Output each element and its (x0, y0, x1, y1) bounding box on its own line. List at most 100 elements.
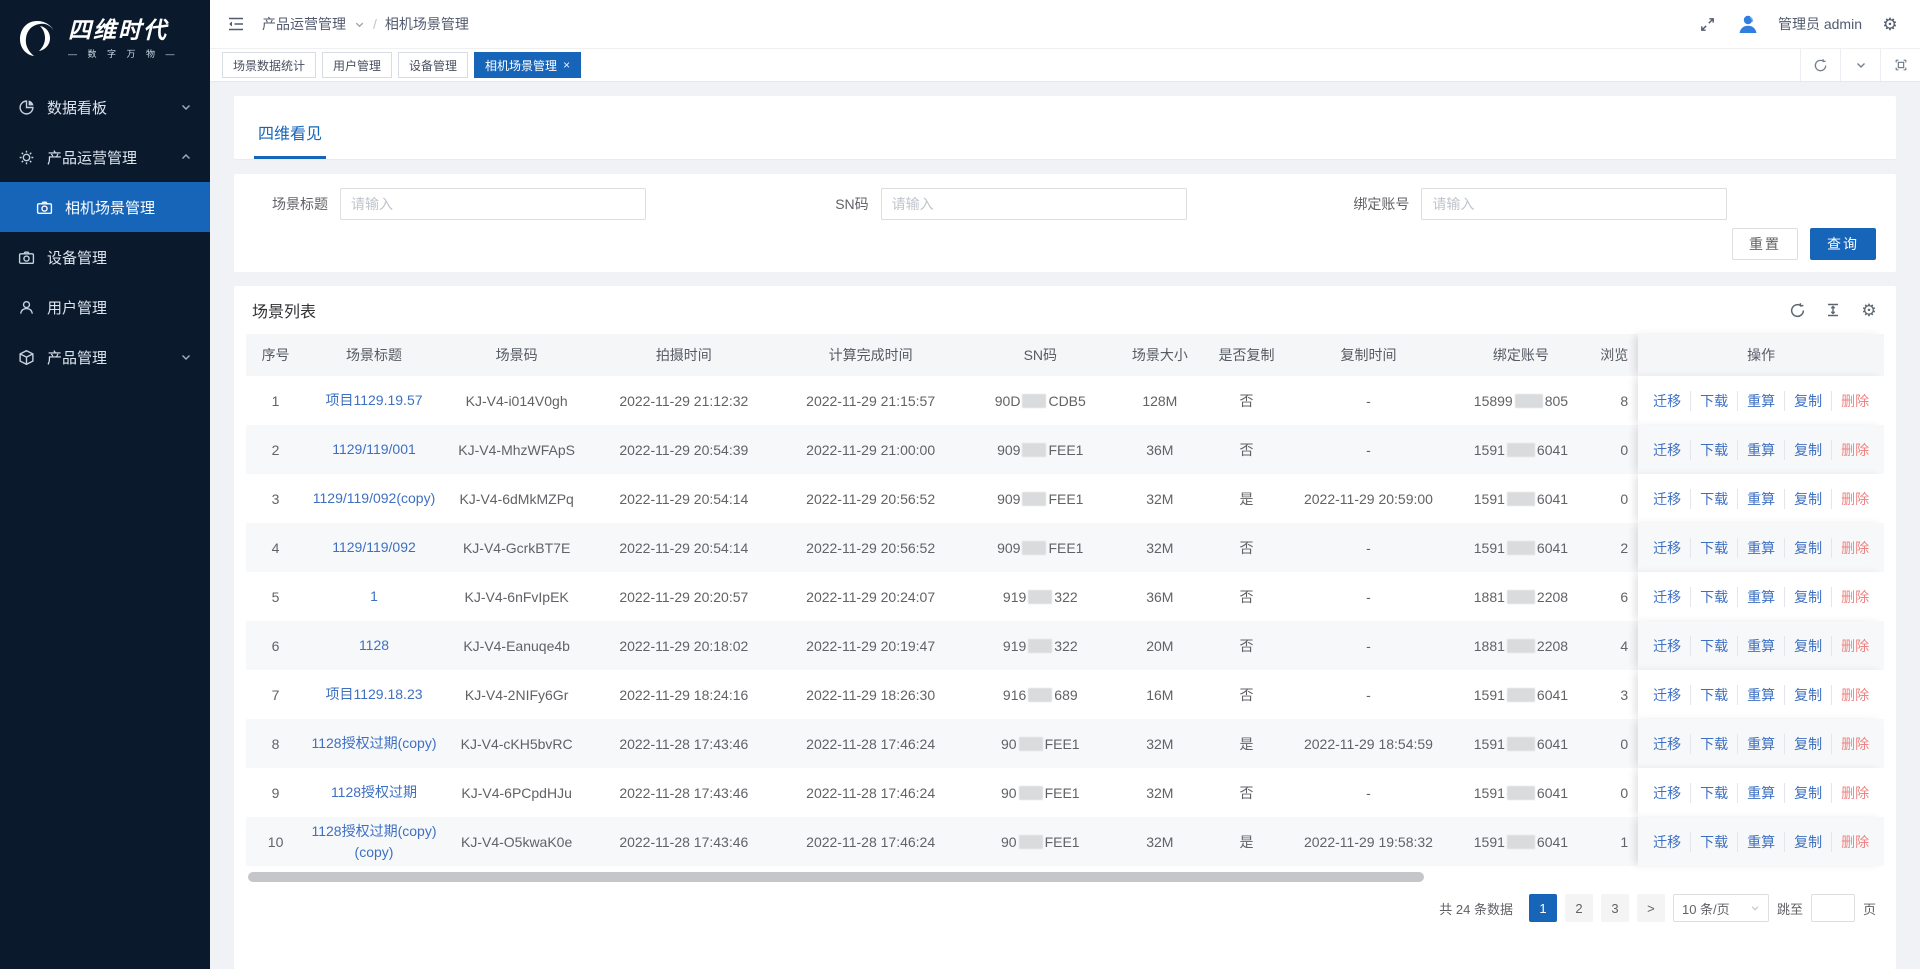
close-tab-icon[interactable]: × (563, 58, 570, 72)
sidebar-item-用户管理[interactable]: 用户管理 (0, 282, 210, 332)
refresh-table-icon[interactable] (1788, 301, 1806, 319)
action-下载-link[interactable]: 下载 (1690, 538, 1737, 558)
action-删除-link[interactable]: 删除 (1831, 685, 1878, 705)
action-重算-link[interactable]: 重算 (1737, 685, 1784, 705)
action-复制-link[interactable]: 复制 (1784, 440, 1831, 460)
fullscreen-icon[interactable] (1698, 14, 1718, 34)
field-input-场景标题[interactable] (340, 188, 646, 220)
action-下载-link[interactable]: 下载 (1690, 587, 1737, 607)
action-删除-link[interactable]: 删除 (1831, 636, 1878, 656)
query-button[interactable]: 查询 (1810, 228, 1876, 260)
action-复制-link[interactable]: 复制 (1784, 538, 1831, 558)
page-button-3[interactable]: 3 (1601, 894, 1629, 922)
action-删除-link[interactable]: 删除 (1831, 734, 1878, 754)
scene-title-link[interactable]: 1128授权过期(copy) (311, 733, 436, 754)
pagination-next-button[interactable]: > (1637, 894, 1665, 922)
reset-button[interactable]: 重置 (1732, 228, 1798, 260)
action-复制-link[interactable]: 复制 (1784, 685, 1831, 705)
action-迁移-link[interactable]: 迁移 (1644, 832, 1690, 852)
action-删除-link[interactable]: 删除 (1831, 832, 1878, 852)
action-迁移-link[interactable]: 迁移 (1644, 685, 1690, 705)
action-迁移-link[interactable]: 迁移 (1644, 440, 1690, 460)
action-下载-link[interactable]: 下载 (1690, 832, 1737, 852)
row-height-icon[interactable] (1824, 301, 1842, 319)
cell-actions: 迁移下载重算复制删除 (1638, 768, 1884, 817)
breadcrumb-item-parent[interactable]: 产品运营管理 (262, 14, 346, 34)
page-size-select[interactable]: 10 条/页 (1673, 894, 1769, 922)
user-name[interactable]: 管理员 admin (1778, 14, 1862, 34)
action-迁移-link[interactable]: 迁移 (1644, 734, 1690, 754)
column-settings-icon[interactable]: ⚙ (1860, 301, 1878, 319)
action-重算-link[interactable]: 重算 (1737, 391, 1784, 411)
maximize-content-icon[interactable] (1880, 49, 1920, 81)
action-复制-link[interactable]: 复制 (1784, 636, 1831, 656)
field-input-SN码[interactable] (881, 188, 1187, 220)
cell-views: 2 (1595, 523, 1639, 572)
action-重算-link[interactable]: 重算 (1737, 489, 1784, 509)
scene-title-link[interactable]: 项目1129.19.57 (325, 390, 422, 411)
chevron-down-icon[interactable] (354, 19, 365, 30)
action-重算-link[interactable]: 重算 (1737, 636, 1784, 656)
action-删除-link[interactable]: 删除 (1831, 538, 1878, 558)
action-删除-link[interactable]: 删除 (1831, 489, 1878, 509)
action-下载-link[interactable]: 下载 (1690, 783, 1737, 803)
tab-options-chevron-icon[interactable] (1840, 49, 1880, 81)
refresh-tab-icon[interactable] (1800, 49, 1840, 81)
action-下载-link[interactable]: 下载 (1690, 489, 1737, 509)
action-复制-link[interactable]: 复制 (1784, 391, 1831, 411)
scene-title-link[interactable]: 1129/119/001 (332, 439, 416, 460)
horizontal-scrollbar-thumb[interactable] (248, 872, 1424, 882)
action-迁移-link[interactable]: 迁移 (1644, 391, 1690, 411)
scene-title-link[interactable]: 1129/119/092(copy) (313, 488, 435, 509)
scene-title-link[interactable]: 1128授权过期(copy)(copy) (311, 821, 436, 863)
tag-tab-用户管理[interactable]: 用户管理 (322, 52, 392, 78)
action-下载-link[interactable]: 下载 (1690, 440, 1737, 460)
action-删除-link[interactable]: 删除 (1831, 440, 1878, 460)
action-复制-link[interactable]: 复制 (1784, 734, 1831, 754)
scene-title-link[interactable]: 1128 (359, 635, 389, 656)
user-avatar-icon[interactable] (1736, 12, 1760, 36)
page-button-2[interactable]: 2 (1565, 894, 1593, 922)
settings-gear-icon[interactable]: ⚙ (1880, 14, 1900, 34)
action-迁移-link[interactable]: 迁移 (1644, 783, 1690, 803)
field-input-绑定账号[interactable] (1421, 188, 1727, 220)
scene-title-link[interactable]: 1129/119/092 (332, 537, 416, 558)
action-迁移-link[interactable]: 迁移 (1644, 489, 1690, 509)
action-重算-link[interactable]: 重算 (1737, 538, 1784, 558)
action-重算-link[interactable]: 重算 (1737, 783, 1784, 803)
jump-page-input[interactable] (1811, 894, 1855, 922)
collapse-sidebar-icon[interactable] (226, 14, 246, 34)
action-重算-link[interactable]: 重算 (1737, 587, 1784, 607)
scene-title-link[interactable]: 1 (370, 586, 378, 607)
tag-tab-设备管理[interactable]: 设备管理 (398, 52, 468, 78)
sidebar-item-设备管理[interactable]: 设备管理 (0, 232, 210, 282)
sidebar-item-产品运营管理[interactable]: 产品运营管理 (0, 132, 210, 182)
action-重算-link[interactable]: 重算 (1737, 440, 1784, 460)
sidebar-item-产品管理[interactable]: 产品管理 (0, 332, 210, 382)
cell-actions: 迁移下载重算复制删除 (1638, 474, 1884, 523)
sidebar-item-相机场景管理[interactable]: 相机场景管理 (0, 182, 210, 232)
action-下载-link[interactable]: 下载 (1690, 636, 1737, 656)
action-下载-link[interactable]: 下载 (1690, 685, 1737, 705)
scene-title-link[interactable]: 1128授权过期 (331, 782, 417, 803)
action-复制-link[interactable]: 复制 (1784, 489, 1831, 509)
action-重算-link[interactable]: 重算 (1737, 832, 1784, 852)
page-button-1[interactable]: 1 (1529, 894, 1557, 922)
action-删除-link[interactable]: 删除 (1831, 783, 1878, 803)
action-迁移-link[interactable]: 迁移 (1644, 587, 1690, 607)
action-下载-link[interactable]: 下载 (1690, 391, 1737, 411)
action-复制-link[interactable]: 复制 (1784, 832, 1831, 852)
action-下载-link[interactable]: 下载 (1690, 734, 1737, 754)
action-删除-link[interactable]: 删除 (1831, 587, 1878, 607)
action-复制-link[interactable]: 复制 (1784, 587, 1831, 607)
action-删除-link[interactable]: 删除 (1831, 391, 1878, 411)
tag-tab-相机场景管理[interactable]: 相机场景管理× (474, 52, 581, 78)
action-迁移-link[interactable]: 迁移 (1644, 538, 1690, 558)
tab-siwei-kanjian[interactable]: 四维看见 (254, 120, 326, 159)
action-重算-link[interactable]: 重算 (1737, 734, 1784, 754)
action-迁移-link[interactable]: 迁移 (1644, 636, 1690, 656)
scene-title-link[interactable]: 项目1129.18.23 (325, 684, 422, 705)
tag-tab-场景数据统计[interactable]: 场景数据统计 (222, 52, 316, 78)
action-复制-link[interactable]: 复制 (1784, 783, 1831, 803)
sidebar-item-数据看板[interactable]: 数据看板 (0, 82, 210, 132)
